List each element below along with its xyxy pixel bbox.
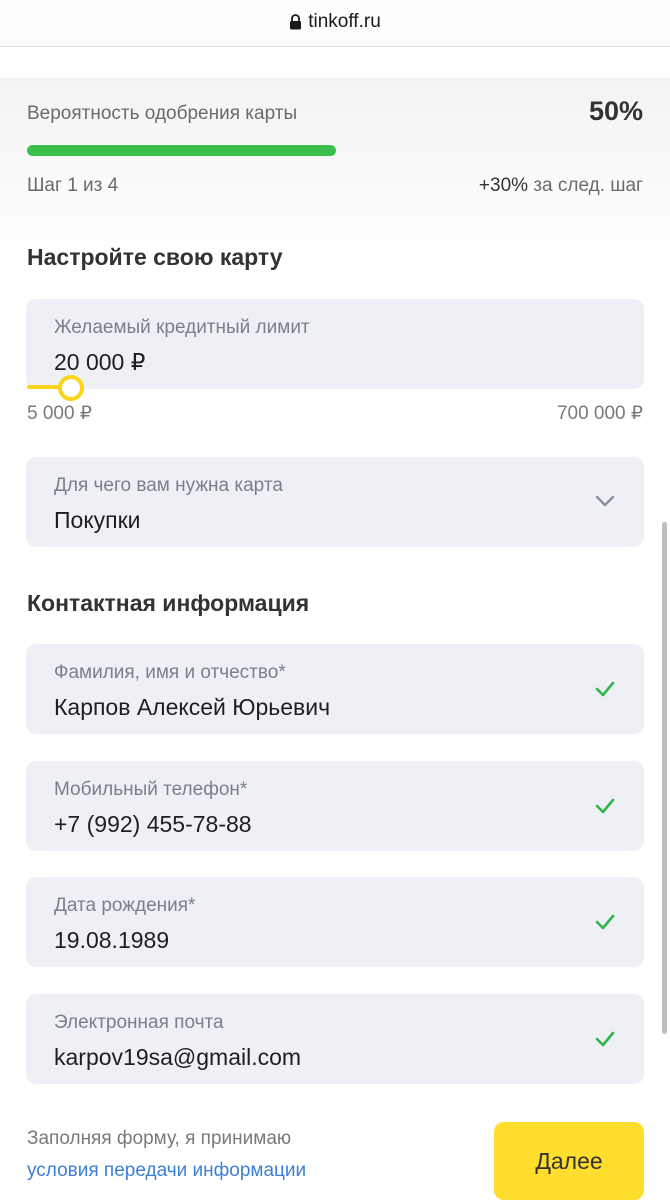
- full-name-label: Фамилия, имя и отчество*: [54, 662, 286, 683]
- consent-terms-link[interactable]: условия передачи информации: [27, 1160, 306, 1182]
- credit-limit-slider-handle[interactable]: [58, 375, 84, 401]
- approval-progress-fill: [27, 145, 336, 156]
- credit-limit-value[interactable]: 20 000 ₽: [54, 349, 145, 376]
- chevron-down-icon[interactable]: [594, 493, 616, 509]
- credit-limit-label: Желаемый кредитный лимит: [54, 317, 310, 338]
- full-name-input[interactable]: Карпов Алексей Юрьевич: [54, 694, 330, 721]
- step-indicator: Шаг 1 из 4: [27, 175, 119, 196]
- next-step-bonus: +30% за след. шаг: [479, 175, 643, 197]
- email-label: Электронная почта: [54, 1012, 224, 1033]
- phone-field[interactable]: Мобильный телефон* +7 (992) 455-78-88: [26, 761, 644, 851]
- card-purpose-value: Покупки: [54, 507, 141, 533]
- card-setup-title: Настройте свою карту: [27, 244, 283, 270]
- bonus-suffix: за след. шаг: [533, 175, 643, 196]
- browser-address-bar[interactable]: tinkoff.ru: [0, 0, 670, 47]
- check-icon: [595, 681, 615, 697]
- email-field[interactable]: Электронная почта karpov19sa@gmail.com: [26, 994, 644, 1084]
- check-icon: [595, 798, 615, 814]
- page-scrollbar[interactable]: [662, 522, 667, 1034]
- address-display[interactable]: tinkoff.ru: [289, 11, 381, 33]
- credit-limit-field[interactable]: Желаемый кредитный лимит 20 000 ₽: [26, 299, 644, 389]
- approval-label: Вероятность одобрения карты: [27, 103, 298, 124]
- contact-info-title: Контактная информация: [27, 590, 310, 616]
- birth-date-field[interactable]: Дата рождения* 19.08.1989: [26, 877, 644, 967]
- credit-limit-min: 5 000 ₽: [27, 403, 92, 424]
- check-icon: [595, 914, 615, 930]
- birth-date-input[interactable]: 19.08.1989: [54, 927, 169, 954]
- consent-text: Заполняя форму, я принимаю: [27, 1128, 292, 1149]
- card-purpose-label: Для чего вам нужна карта: [54, 475, 283, 496]
- birth-date-label: Дата рождения*: [54, 895, 196, 916]
- next-button[interactable]: Далее: [494, 1122, 644, 1200]
- full-name-field[interactable]: Фамилия, имя и отчество* Карпов Алексей …: [26, 644, 644, 734]
- phone-label: Мобильный телефон*: [54, 779, 248, 800]
- card-purpose-select[interactable]: Для чего вам нужна карта Покупки: [26, 457, 644, 547]
- check-icon: [595, 1031, 615, 1047]
- approval-value: 50%: [588, 96, 643, 126]
- phone-input[interactable]: +7 (992) 455-78-88: [54, 811, 252, 838]
- approval-progress-bar: [27, 145, 644, 156]
- lock-icon: [290, 14, 302, 30]
- credit-limit-max: 700 000 ₽: [556, 403, 643, 424]
- bonus-value: +30%: [478, 175, 529, 196]
- url-text: tinkoff.ru: [308, 11, 381, 32]
- email-input[interactable]: karpov19sa@gmail.com: [54, 1044, 301, 1071]
